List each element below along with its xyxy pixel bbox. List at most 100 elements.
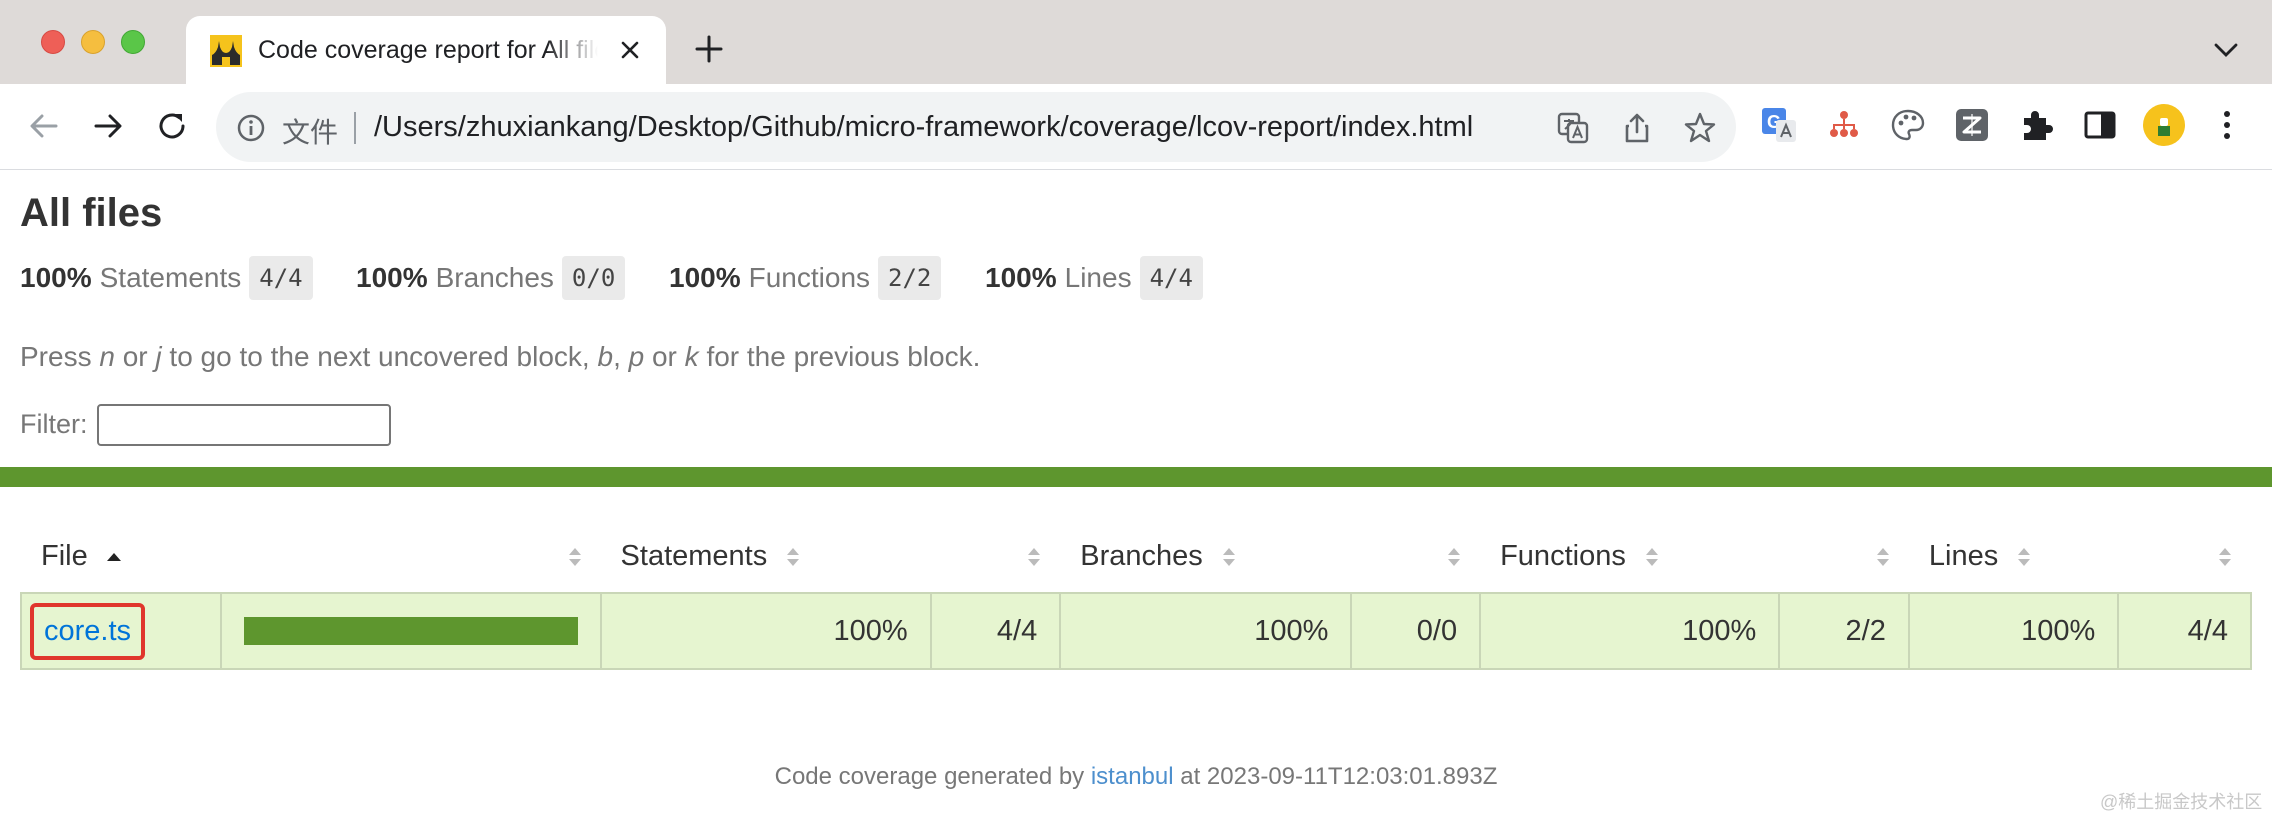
summary-statements: 100% Statements 4/4 <box>20 256 313 300</box>
editor-extension-icon[interactable] <box>1953 106 1991 144</box>
summary-label: Lines <box>1064 262 1132 293</box>
footer: Code coverage generated by istanbul at 2… <box>0 763 2272 791</box>
minimize-window-button[interactable] <box>81 30 105 54</box>
header-functions[interactable]: Functions <box>1480 521 1779 593</box>
header-label: Functions <box>1500 540 1626 572</box>
sort-icon <box>1876 548 1889 566</box>
hint-text: or <box>114 341 156 372</box>
browser-toolbar: 文件 /Users/zhuxiankang/Desktop/Github/mic… <box>0 84 2272 170</box>
hint-text: to go to the next uncovered block, <box>161 341 598 372</box>
table-header-row: File Statements Branches Functions Lines <box>21 521 2251 593</box>
share-icon[interactable] <box>1620 111 1654 145</box>
hint-text: , <box>613 341 629 372</box>
summary-pct: 100% <box>985 262 1057 293</box>
tab-search-chevron-icon[interactable] <box>2212 38 2240 62</box>
header-label: Branches <box>1080 540 1203 572</box>
coverage-bar-cell <box>219 592 602 670</box>
file-link[interactable]: core.ts <box>30 602 146 660</box>
maximize-window-button[interactable] <box>121 30 145 54</box>
header-lines[interactable]: Lines <box>1909 521 2118 593</box>
footer-prefix: Code coverage generated by <box>774 763 1091 790</box>
functions-pct: 100% <box>1479 592 1781 670</box>
coverage-table: File Statements Branches Functions Lines… <box>20 521 2252 670</box>
palette-extension-icon[interactable] <box>1889 106 1927 144</box>
tab-title: Code coverage report for All files <box>258 36 598 64</box>
coverage-status-bar <box>0 467 2272 487</box>
header-functions-raw[interactable] <box>1779 521 1909 593</box>
reload-icon[interactable] <box>152 106 192 146</box>
header-statements[interactable]: Statements <box>601 521 931 593</box>
table-row: core.ts 100% 4/4 100% 0/0 100% 2/2 100% … <box>20 592 2252 670</box>
address-bar[interactable]: 文件 /Users/zhuxiankang/Desktop/Github/mic… <box>216 92 1736 162</box>
sitemap-extension-icon[interactable] <box>1825 106 1863 144</box>
bookmark-star-icon[interactable] <box>1683 111 1717 145</box>
header-branches[interactable]: Branches <box>1060 521 1351 593</box>
lines-raw: 4/4 <box>2117 592 2252 670</box>
header-lines-raw[interactable] <box>2118 521 2251 593</box>
file-cell: core.ts <box>20 592 222 670</box>
translate-icon[interactable] <box>1556 111 1590 145</box>
google-translate-extension-icon[interactable]: G <box>1760 106 1798 144</box>
url-text[interactable]: /Users/zhuxiankang/Desktop/Github/micro-… <box>374 111 1473 144</box>
footer-suffix: at 2023-09-11T12:03:01.893Z <box>1173 763 1498 790</box>
profile-avatar[interactable] <box>2143 104 2185 146</box>
browser-menu-icon[interactable] <box>2212 108 2242 142</box>
header-label: File <box>41 540 88 572</box>
header-file[interactable]: File <box>21 521 221 593</box>
summary-pct: 100% <box>669 262 741 293</box>
summary-fraction: 4/4 <box>249 256 313 300</box>
statements-raw: 4/4 <box>929 592 1062 670</box>
statements-pct: 100% <box>599 592 932 670</box>
lines-pct: 100% <box>1907 592 2120 670</box>
summary-functions: 100% Functions 2/2 <box>669 256 942 300</box>
extensions-puzzle-icon[interactable] <box>2017 106 2055 144</box>
branches-pct: 100% <box>1059 592 1353 670</box>
hint-key: b <box>597 341 614 372</box>
watermark: @稀土掘金技术社区 <box>2100 792 2263 812</box>
istanbul-link[interactable]: istanbul <box>1091 763 1174 790</box>
omnibox-divider <box>354 112 356 144</box>
summary-pct: 100% <box>20 262 92 293</box>
header-label: Lines <box>1928 540 1999 572</box>
active-tab[interactable]: Code coverage report for All files <box>186 16 666 84</box>
side-panel-icon[interactable] <box>2081 106 2119 144</box>
new-tab-icon[interactable] <box>694 34 724 64</box>
hint-key: k <box>684 341 699 372</box>
keyboard-hint: Press n or j to go to the next uncovered… <box>20 341 980 373</box>
summary-label: Statements <box>99 262 242 293</box>
sort-icon <box>787 548 800 567</box>
sort-icon <box>1028 548 1041 566</box>
sort-icon <box>2219 548 2231 566</box>
summary-lines: 100% Lines 4/4 <box>985 256 1203 300</box>
coverage-bar-fill <box>243 617 578 645</box>
summary-fraction: 0/0 <box>561 256 626 300</box>
summary-label: Branches <box>435 262 554 293</box>
summary-fraction: 4/4 <box>1139 256 1203 300</box>
back-arrow-icon[interactable] <box>24 106 64 146</box>
coverage-bar <box>243 617 578 645</box>
filter-label: Filter: <box>20 409 88 439</box>
sort-icon <box>1222 548 1235 567</box>
hint-key: p <box>628 341 645 372</box>
sort-icon <box>568 548 581 566</box>
close-tab-icon[interactable] <box>618 38 642 62</box>
sort-icon <box>1448 548 1461 566</box>
header-branches-raw[interactable] <box>1351 521 1480 593</box>
functions-raw: 2/2 <box>1778 592 1910 670</box>
header-file-bar[interactable] <box>221 521 601 593</box>
forward-arrow-icon[interactable] <box>88 106 128 146</box>
close-window-button[interactable] <box>41 30 65 54</box>
hint-text: or <box>644 341 685 372</box>
summary-label: Functions <box>748 262 871 293</box>
page-title: All files <box>20 191 163 235</box>
header-label: Statements <box>620 540 768 572</box>
summary-pct: 100% <box>356 262 428 293</box>
branches-raw: 0/0 <box>1350 592 1482 670</box>
summary-fraction: 2/2 <box>878 256 942 300</box>
filter-input[interactable] <box>97 404 391 446</box>
summary-branches: 100% Branches 0/0 <box>356 256 626 300</box>
site-info-icon[interactable] <box>236 113 266 143</box>
hint-text: Press <box>20 341 100 372</box>
header-statements-raw[interactable] <box>931 521 1061 593</box>
hint-text: for the previous block. <box>698 341 981 372</box>
